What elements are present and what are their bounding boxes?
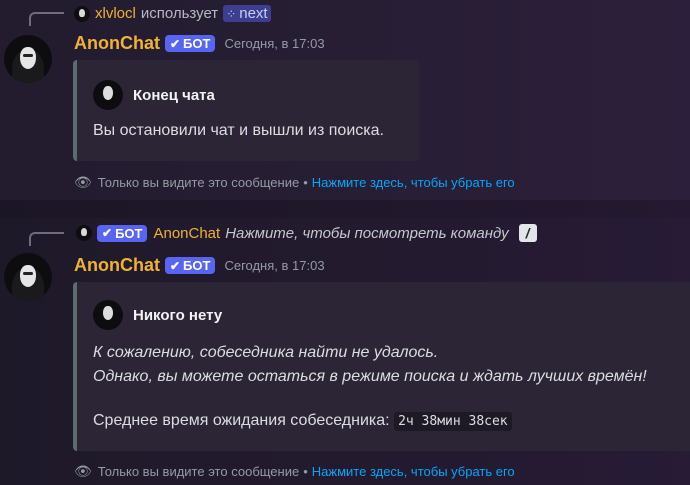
- separator-dot: •: [303, 175, 308, 190]
- embed-description-line-2: Однако, вы можете остаться в режиме поис…: [93, 368, 647, 385]
- embed-description-line-1: К сожалению, собеседника найти не удалос…: [93, 344, 439, 361]
- reply-connector: [29, 12, 64, 26]
- embed-description: Вы остановили чат и вышли из поиска.: [93, 122, 384, 139]
- separator-dot: •: [303, 464, 308, 479]
- avatar[interactable]: [76, 225, 92, 241]
- checkmark-icon: ✔: [169, 36, 181, 51]
- eye-icon: 👁: [74, 463, 92, 479]
- embed-author: Конец чата: [93, 80, 215, 110]
- author-name[interactable]: AnonChat: [74, 255, 160, 276]
- avatar[interactable]: [74, 5, 90, 22]
- command-pill[interactable]: ⁘ next: [223, 5, 271, 22]
- dismiss-link[interactable]: Нажмите здесь, чтобы убрать его: [312, 175, 515, 190]
- avatar[interactable]: [4, 35, 52, 83]
- embed: Конец чата Вы остановили чат и вышли из …: [73, 60, 419, 161]
- reply-username[interactable]: xlvlocl: [95, 5, 136, 22]
- embed-avatar: [93, 300, 123, 330]
- message-2: ✔ БОТ AnonChat Нажмите, чтобы посмотреть…: [0, 218, 690, 485]
- embed-title: Никого нету: [133, 306, 223, 324]
- reply-hint[interactable]: Нажмите, чтобы посмотреть команду: [225, 225, 508, 242]
- ephemeral-text: Только вы видите это сообщение: [97, 464, 300, 479]
- ephemeral-notice: 👁 Только вы видите это сообщение • Нажми…: [74, 463, 515, 480]
- message-header: AnonChat ✔ БОТ Сегодня, в 17:03: [74, 33, 325, 54]
- bot-badge: ✔ БОТ: [164, 35, 216, 52]
- checkmark-icon: ✔: [169, 258, 181, 273]
- checkmark-icon: ✔: [102, 226, 113, 240]
- bot-badge-label: БОТ: [183, 258, 211, 273]
- ephemeral-text: Только вы видите это сообщение: [97, 175, 300, 190]
- bot-badge: ✔ БОТ: [164, 257, 216, 274]
- author-name[interactable]: AnonChat: [74, 33, 160, 54]
- message-1: xlvlocl использует ⁘ next AnonChat ✔ БОТ…: [0, 0, 690, 200]
- embed: Никого нету К сожалению, собеседника най…: [73, 282, 690, 451]
- slash-command-icon: /: [518, 224, 537, 242]
- ephemeral-notice: 👁 Только вы видите это сообщение • Нажми…: [74, 174, 515, 191]
- reply-username[interactable]: AnonChat: [153, 225, 220, 242]
- reply-context[interactable]: ✔ БОТ AnonChat Нажмите, чтобы посмотреть…: [76, 224, 537, 242]
- bot-badge-label: БОТ: [183, 36, 211, 51]
- app-command-icon: ⁘: [226, 6, 237, 21]
- wait-time-line: Среднее время ожидания собеседника: 2ч 3…: [93, 409, 512, 434]
- wait-time-value: 2ч 38мин 38сек: [394, 412, 512, 431]
- embed-avatar: [93, 80, 123, 110]
- wait-time-label: Среднее время ожидания собеседника:: [93, 412, 390, 429]
- timestamp[interactable]: Сегодня, в 17:03: [224, 36, 324, 51]
- bot-badge-label: БОТ: [115, 225, 143, 241]
- eye-icon: 👁: [74, 174, 92, 190]
- avatar[interactable]: [4, 253, 52, 301]
- command-name: next: [239, 5, 268, 22]
- reply-context[interactable]: xlvlocl использует ⁘ next: [74, 5, 271, 22]
- embed-title: Конец чата: [133, 86, 215, 104]
- message-divider: [0, 200, 690, 218]
- dismiss-link[interactable]: Нажмите здесь, чтобы убрать его: [312, 464, 515, 479]
- reply-action: использует: [140, 5, 219, 22]
- bot-badge: ✔ БОТ: [97, 224, 148, 242]
- reply-connector: [29, 232, 64, 246]
- timestamp[interactable]: Сегодня, в 17:03: [224, 258, 324, 273]
- message-header: AnonChat ✔ БОТ Сегодня, в 17:03: [74, 255, 325, 276]
- embed-author: Никого нету: [93, 300, 222, 330]
